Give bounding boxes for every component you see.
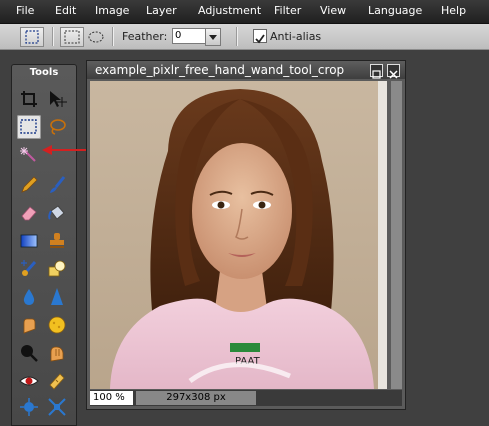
sharpen-icon [51, 288, 63, 305]
magic-wand-tool[interactable] [17, 143, 41, 167]
vertical-scrollbar[interactable] [391, 81, 402, 389]
smudge-icon [23, 318, 36, 334]
spot-heal-tool[interactable] [45, 369, 69, 393]
image-status-bar: 100 % 297x308 px [90, 390, 402, 406]
checkmark-icon [255, 34, 265, 44]
stamp-icon [50, 233, 64, 248]
pencil-tool[interactable] [17, 173, 41, 197]
burn-tool[interactable] [45, 341, 69, 365]
rect-selection-button[interactable] [60, 27, 84, 47]
bucket-icon [48, 205, 65, 220]
smudge-tool[interactable] [17, 313, 41, 337]
drawing-icon [48, 260, 66, 277]
eraser-tool[interactable] [17, 201, 41, 225]
feather-label: Feather: [122, 30, 168, 43]
crop-tool[interactable] [17, 87, 41, 111]
menu-edit[interactable]: Edit [55, 4, 76, 17]
dodge-icon [21, 345, 38, 362]
pinch-tool[interactable] [45, 395, 69, 419]
red-eye-icon [19, 376, 39, 386]
drawing-tool[interactable] [45, 257, 69, 281]
menu-filter[interactable]: Filter [274, 4, 301, 17]
maximize-icon [372, 70, 381, 79]
brush-tool[interactable] [45, 173, 69, 197]
brush-icon [50, 176, 66, 193]
options-bar: Feather: 0 Anti-alias [0, 24, 489, 50]
move-tool[interactable] [45, 87, 69, 111]
image-canvas[interactable]: PAAT [90, 81, 387, 389]
portrait-photo: PAAT [90, 81, 387, 389]
close-button[interactable] [387, 64, 400, 79]
chevron-down-icon [209, 35, 217, 40]
marquee-icon [25, 30, 39, 44]
blur-tool[interactable] [17, 285, 41, 309]
crop-icon [21, 91, 37, 107]
image-window-titlebar[interactable]: example_pixlr_free_hand_wand_tool_crop [87, 61, 405, 79]
stamp-tool[interactable] [45, 229, 69, 253]
image-window-title: example_pixlr_free_hand_wand_tool_crop [95, 63, 345, 77]
sponge-icon [48, 316, 66, 334]
divider [52, 27, 54, 46]
rectangle-shape-icon [64, 30, 80, 44]
image-window: example_pixlr_free_hand_wand_tool_crop P… [86, 60, 406, 410]
bucket-tool[interactable] [45, 201, 69, 225]
bloat-icon [20, 398, 38, 416]
antialias-checkbox[interactable] [253, 29, 267, 44]
feather-dropdown-button[interactable] [205, 28, 221, 46]
spot-heal-icon [49, 373, 65, 390]
antialias-label: Anti-alias [270, 30, 322, 43]
blur-icon [23, 289, 35, 305]
red-eye-tool[interactable] [17, 369, 41, 393]
menu-adjustment[interactable]: Adjustment [198, 4, 261, 17]
color-replace-tool[interactable] [17, 257, 41, 281]
menu-layer[interactable]: Layer [146, 4, 177, 17]
ellipse-shape-icon [88, 31, 104, 43]
menu-language[interactable]: Language [368, 4, 422, 17]
menu-view[interactable]: View [320, 4, 346, 17]
eraser-icon [21, 206, 37, 221]
tools-panel: Tools [11, 64, 77, 426]
pencil-icon [21, 176, 38, 193]
gradient-icon [20, 234, 38, 248]
bloat-tool[interactable] [17, 395, 41, 419]
sponge-tool[interactable] [45, 313, 69, 337]
menu-image[interactable]: Image [95, 4, 129, 17]
ellipse-selection-button[interactable] [84, 27, 108, 47]
dodge-tool[interactable] [17, 341, 41, 365]
marquee-tool[interactable] [17, 115, 41, 139]
lasso-tool[interactable] [45, 115, 69, 139]
menu-file[interactable]: File [16, 4, 34, 17]
color-replace-icon [21, 260, 37, 276]
image-dimensions: 297x308 px [136, 391, 256, 405]
sharpen-tool[interactable] [45, 285, 69, 309]
current-tool-marquee-button[interactable] [20, 27, 44, 47]
tools-title: Tools [29, 67, 59, 78]
magic-wand-icon [20, 147, 36, 162]
gradient-tool[interactable] [17, 229, 41, 253]
pinch-icon [48, 398, 66, 416]
zoom-level[interactable]: 100 % [90, 391, 133, 405]
divider [236, 27, 238, 46]
menu-bar: File Edit Image Layer Adjustment Filter … [0, 0, 489, 24]
lasso-icon [50, 119, 66, 135]
maximize-button[interactable] [370, 64, 383, 79]
close-icon [389, 70, 398, 79]
burn-icon [50, 346, 64, 362]
move-icon [50, 91, 67, 107]
marquee-icon [20, 119, 37, 134]
menu-help[interactable]: Help [441, 4, 466, 17]
divider [112, 27, 114, 46]
